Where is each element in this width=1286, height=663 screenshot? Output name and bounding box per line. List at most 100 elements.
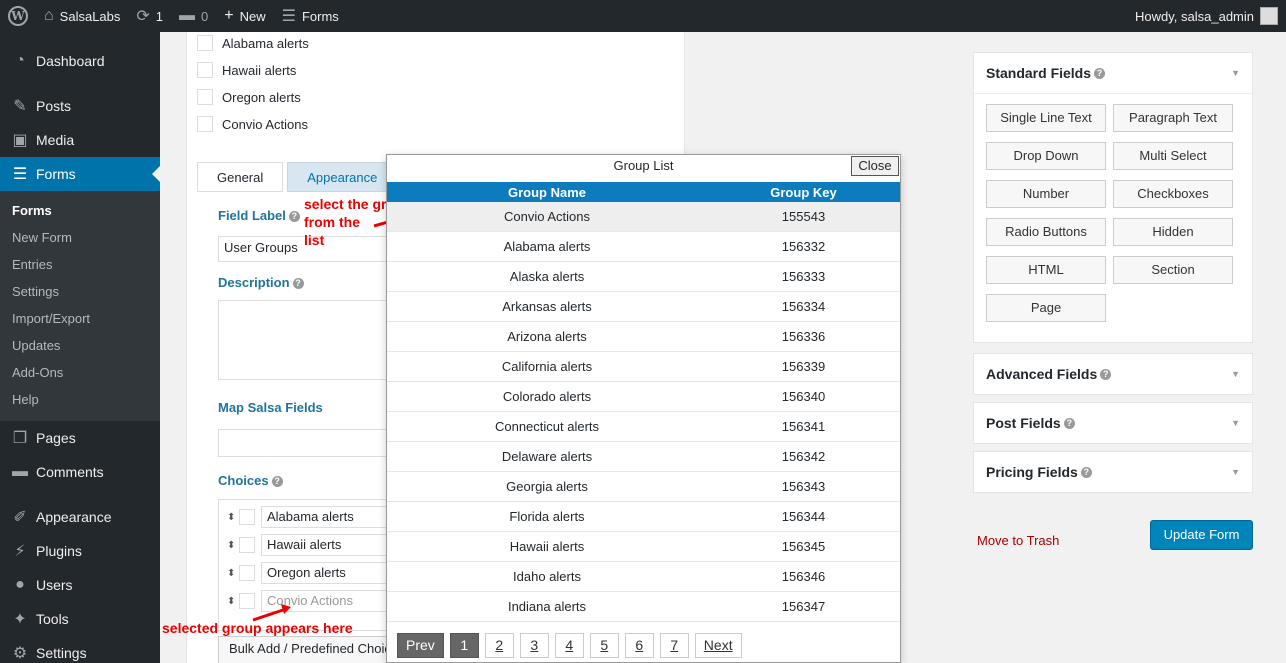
drag-handle-icon[interactable]: ⬍ [227,540,239,551]
column-header-group-name[interactable]: Group Name [387,185,707,200]
site-name-link[interactable]: ⌂ SalsaLabs [36,0,128,32]
page-button-7[interactable]: 7 [659,633,689,658]
help-icon[interactable]: ? [1094,67,1106,79]
sidebar-item-comments[interactable]: ▬ Comments [0,455,160,489]
group-name-cell: Arizona alerts [507,329,587,344]
table-row[interactable]: Idaho alerts 156346 [387,562,900,592]
standard-fields-header[interactable]: Standard Fields? ▼ [974,53,1252,93]
submenu-import-export[interactable]: Import/Export [0,305,160,332]
submenu-entries[interactable]: Entries [0,251,160,278]
wordpress-logo-link[interactable]: W [0,0,36,32]
new-content-link[interactable]: + New [216,0,273,32]
choice-input[interactable]: Oregon alerts [261,562,391,584]
table-row[interactable]: Delaware alerts 156342 [387,442,900,472]
preview-checkbox[interactable] [197,89,213,105]
sidebar-item-media[interactable]: ▣ Media [0,123,160,157]
help-icon[interactable]: ? [1063,417,1075,429]
page-button-5[interactable]: 5 [589,633,619,658]
sidebar-item-pages[interactable]: ❐ Pages [0,421,160,455]
preview-checkbox[interactable] [197,62,213,78]
table-row[interactable]: Georgia alerts 156343 [387,472,900,502]
page-button-3[interactable]: 3 [519,633,549,658]
description-textarea[interactable] [218,300,388,380]
table-row[interactable]: Florida alerts 156344 [387,502,900,532]
tab-general[interactable]: General [197,162,284,192]
choice-input[interactable]: Hawaii alerts [261,534,391,556]
add-paragraph-text-button[interactable]: Paragraph Text [1113,104,1233,132]
page-button-2[interactable]: 2 [484,633,514,658]
add-radio-buttons-button[interactable]: Radio Buttons [986,218,1106,246]
submenu-add-ons[interactable]: Add-Ons [0,359,160,386]
help-icon[interactable]: ? [1080,466,1092,478]
advanced-fields-header[interactable]: Advanced Fields? ▼ [974,354,1252,394]
column-header-group-key[interactable]: Group Key [707,185,900,200]
add-hidden-button[interactable]: Hidden [1113,218,1233,246]
sidebar-item-posts[interactable]: ✎ Posts [0,89,160,123]
post-fields-header[interactable]: Post Fields? ▼ [974,403,1252,443]
preview-choice: Alabama alerts [197,35,309,51]
sidebar-item-dashboard[interactable]: ◔ Dashboard [0,44,160,78]
sidebar-item-settings[interactable]: ⚙ Settings [0,636,160,663]
add-checkboxes-button[interactable]: Checkboxes [1113,180,1233,208]
table-row[interactable]: California alerts 156339 [387,352,900,382]
help-icon[interactable]: ? [288,211,300,222]
bulk-add-button[interactable]: Bulk Add / Predefined Choices [218,636,398,663]
submenu-forms[interactable]: Forms [0,197,160,224]
sidebar-item-plugins[interactable]: ⚡ Plugins [0,534,160,568]
add-drop-down-button[interactable]: Drop Down [986,142,1106,170]
add-html-button[interactable]: HTML [986,256,1106,284]
table-row[interactable]: Convio Actions 155543 [387,202,900,232]
page-button-1[interactable]: 1 [449,633,479,658]
close-button[interactable]: Close [851,156,899,176]
add-number-button[interactable]: Number [986,180,1106,208]
table-row[interactable]: Alabama alerts 156332 [387,232,900,262]
add-section-button[interactable]: Section [1113,256,1233,284]
table-row[interactable]: Arizona alerts 156336 [387,322,900,352]
help-icon[interactable]: ? [292,278,304,289]
add-page-button[interactable]: Page [986,294,1106,322]
move-to-trash-link[interactable]: Move to Trash [977,533,1059,548]
submenu-help[interactable]: Help [0,386,160,413]
choice-default-checkbox[interactable] [239,537,255,553]
add-single-line-text-button[interactable]: Single Line Text [986,104,1106,132]
sidebar-item-forms[interactable]: ☰ Forms [0,157,160,191]
updates-link[interactable]: ⟳ 1 [128,0,171,32]
choice-input[interactable]: Alabama alerts [261,506,391,528]
choice-default-checkbox[interactable] [239,509,255,525]
preview-checkbox[interactable] [197,116,213,132]
sidebar-item-tools[interactable]: ✦ Tools [0,602,160,636]
pricing-fields-header[interactable]: Pricing Fields? ▼ [974,452,1252,492]
drag-handle-icon[interactable]: ⬍ [227,512,239,523]
forms-link[interactable]: ☰ Forms [274,0,347,32]
page-button-4[interactable]: 4 [554,633,584,658]
sidebar-item-appearance[interactable]: ✐ Appearance [0,500,160,534]
account-menu[interactable]: Howdy, salsa_admin [1135,7,1286,25]
submenu-new-form[interactable]: New Form [0,224,160,251]
tab-appearance[interactable]: Appearance [287,162,398,192]
table-row[interactable]: Hawaii alerts 156345 [387,532,900,562]
help-icon[interactable]: ? [271,476,283,487]
group-table-header: Group Name Group Key [387,182,900,202]
comments-link[interactable]: ▬ 0 [171,0,216,32]
drag-handle-icon[interactable]: ⬍ [227,596,239,607]
prev-page-button[interactable]: Prev [397,633,444,658]
map-salsa-select[interactable] [218,429,388,457]
sidebar-item-users[interactable]: ● Users [0,568,160,602]
table-row[interactable]: Arkansas alerts 156334 [387,292,900,322]
submenu-updates[interactable]: Updates [0,332,160,359]
add-multi-select-button[interactable]: Multi Select [1113,142,1233,170]
table-row[interactable]: Alaska alerts 156333 [387,262,900,292]
help-icon[interactable]: ? [1100,368,1112,380]
preview-checkbox[interactable] [197,35,213,51]
media-icon: ▣ [12,132,28,149]
howdy-text: Howdy, salsa_admin [1135,8,1254,24]
next-page-button[interactable]: Next [694,633,742,658]
submenu-settings[interactable]: Settings [0,278,160,305]
table-row[interactable]: Connecticut alerts 156341 [387,412,900,442]
choice-default-checkbox[interactable] [239,565,255,581]
table-row[interactable]: Indiana alerts 156347 [387,592,900,622]
drag-handle-icon[interactable]: ⬍ [227,568,239,579]
update-form-button[interactable]: Update Form [1150,520,1253,550]
table-row[interactable]: Colorado alerts 156340 [387,382,900,412]
page-button-6[interactable]: 6 [624,633,654,658]
